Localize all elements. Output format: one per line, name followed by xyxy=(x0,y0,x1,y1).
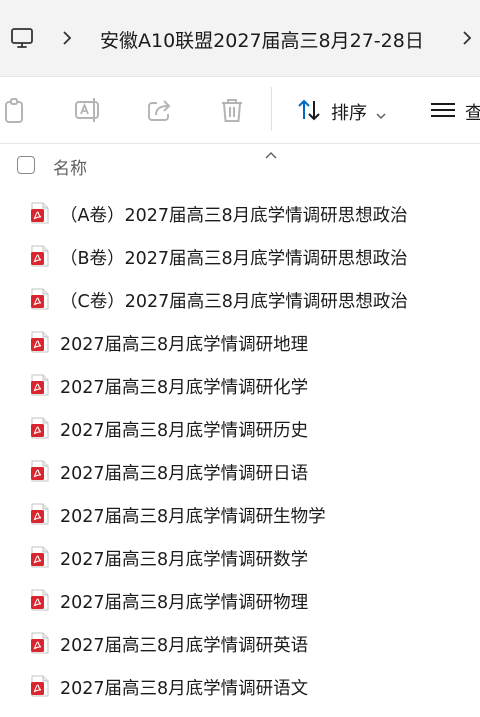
file-row[interactable]: 2027届高三8月底学情调研英语 xyxy=(0,622,480,665)
sort-icon[interactable] xyxy=(296,97,322,127)
column-header-name[interactable]: 名称 xyxy=(53,154,87,179)
view-icon[interactable] xyxy=(430,99,456,125)
chevron-right-icon[interactable] xyxy=(60,30,74,50)
pdf-icon xyxy=(30,502,50,530)
pdf-icon xyxy=(30,545,50,573)
file-name[interactable]: 2027届高三8月底学情调研化学 xyxy=(60,374,308,399)
chevron-right-icon[interactable] xyxy=(460,30,474,50)
address-bar[interactable]: 安徽A10联盟2027届高三8月27-28日 xyxy=(0,0,480,76)
pdf-icon xyxy=(30,287,50,315)
file-row[interactable]: （A卷）2027届高三8月底学情调研思想政治 xyxy=(0,192,480,235)
file-row[interactable]: 2027届高三8月底学情调研语文 xyxy=(0,665,480,708)
file-name[interactable]: （A卷）2027届高三8月底学情调研思想政治 xyxy=(60,202,408,227)
rename-icon[interactable] xyxy=(74,96,102,128)
divider xyxy=(0,143,480,144)
chevron-down-icon[interactable] xyxy=(376,105,386,124)
file-name[interactable]: （B卷）2027届高三8月底学情调研思想政治 xyxy=(60,245,408,270)
pdf-icon xyxy=(30,674,50,702)
file-name[interactable]: 2027届高三8月底学情调研历史 xyxy=(60,417,308,442)
command-toolbar: 排序 查 xyxy=(0,77,480,143)
pdf-icon xyxy=(30,588,50,616)
file-row[interactable]: 2027届高三8月底学情调研物理 xyxy=(0,579,480,622)
file-row[interactable]: （B卷）2027届高三8月底学情调研思想政治 xyxy=(0,235,480,278)
file-name[interactable]: 2027届高三8月底学情调研语文 xyxy=(60,675,308,700)
sort-button-label[interactable]: 排序 xyxy=(331,99,367,125)
file-name[interactable]: 2027届高三8月底学情调研英语 xyxy=(60,632,308,657)
computer-icon[interactable] xyxy=(10,26,34,54)
file-name[interactable]: 2027届高三8月底学情调研日语 xyxy=(60,460,308,485)
select-all-checkbox[interactable] xyxy=(17,156,35,174)
pdf-icon xyxy=(30,373,50,401)
file-row[interactable]: （C卷）2027届高三8月底学情调研思想政治 xyxy=(0,278,480,321)
file-name[interactable]: 2027届高三8月底学情调研数学 xyxy=(60,546,308,571)
pdf-icon xyxy=(30,330,50,358)
pdf-icon xyxy=(30,416,50,444)
pdf-icon xyxy=(30,631,50,659)
file-row[interactable]: 2027届高三8月底学情调研日语 xyxy=(0,450,480,493)
file-name[interactable]: 2027届高三8月底学情调研地理 xyxy=(60,331,308,356)
share-icon[interactable] xyxy=(146,96,174,128)
view-button-label[interactable]: 查 xyxy=(465,99,480,125)
pdf-icon xyxy=(30,459,50,487)
pdf-icon xyxy=(30,201,50,229)
pdf-icon xyxy=(30,244,50,272)
toolbar-separator xyxy=(271,87,272,131)
file-list: （A卷）2027届高三8月底学情调研思想政治 （B卷）2027届高三8月底学情调研… xyxy=(0,192,480,708)
breadcrumb-folder[interactable]: 安徽A10联盟2027届高三8月27-28日 xyxy=(100,26,424,53)
file-name[interactable]: 2027届高三8月底学情调研生物学 xyxy=(60,503,326,528)
file-name[interactable]: （C卷）2027届高三8月底学情调研思想政治 xyxy=(60,288,408,313)
list-header: 名称 xyxy=(0,146,480,184)
file-name[interactable]: 2027届高三8月底学情调研物理 xyxy=(60,589,308,614)
file-row[interactable]: 2027届高三8月底学情调研数学 xyxy=(0,536,480,579)
file-row[interactable]: 2027届高三8月底学情调研历史 xyxy=(0,407,480,450)
delete-icon[interactable] xyxy=(218,96,246,128)
file-row[interactable]: 2027届高三8月底学情调研地理 xyxy=(0,321,480,364)
file-row[interactable]: 2027届高三8月底学情调研化学 xyxy=(0,364,480,407)
copy-icon[interactable] xyxy=(2,96,30,128)
file-row[interactable]: 2027届高三8月底学情调研生物学 xyxy=(0,493,480,536)
